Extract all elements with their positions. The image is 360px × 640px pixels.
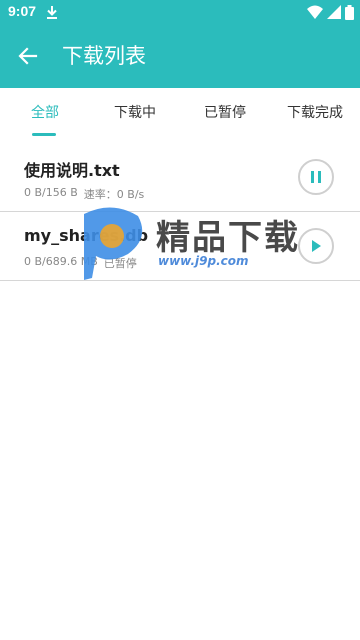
tab-completed[interactable]: 下载完成: [270, 88, 360, 136]
back-button[interactable]: [14, 42, 42, 70]
status-time: 9:07: [8, 3, 37, 19]
file-status: 已暂停: [103, 257, 137, 270]
file-status: 速率：0 B/s: [83, 188, 145, 201]
file-size: 0 B/156 B: [24, 186, 78, 199]
file-meta: 0 B/156 B 速率：0 B/s: [24, 186, 144, 202]
list-item[interactable]: 使用说明.txt 0 B/156 B 速率：0 B/s: [0, 143, 360, 212]
pause-button[interactable]: [298, 159, 334, 195]
arrow-left-icon: [18, 47, 38, 65]
page-title: 下载列表: [62, 44, 146, 68]
wifi-icon: [307, 5, 323, 19]
file-meta: 0 B/689.6 MB 已暂停: [24, 255, 137, 271]
pause-icon: [311, 171, 321, 183]
app-bar: 下载列表: [0, 24, 360, 88]
status-bar: 9:07: [0, 0, 360, 24]
file-size: 0 B/689.6 MB: [24, 255, 98, 268]
tab-all[interactable]: 全部: [0, 88, 90, 136]
list-item[interactable]: my_shares.db 0 B/689.6 MB 已暂停: [0, 212, 360, 281]
play-icon: [312, 240, 321, 252]
status-icons: [307, 4, 354, 20]
file-name: my_shares.db: [24, 226, 149, 245]
tab-bar: 全部 下载中 已暂停 下载完成: [0, 88, 360, 136]
play-button[interactable]: [298, 228, 334, 264]
tab-downloading[interactable]: 下载中: [90, 88, 180, 136]
tab-indicator: [32, 133, 56, 136]
download-list: 使用说明.txt 0 B/156 B 速率：0 B/s my_shares.db…: [0, 143, 360, 281]
battery-icon: [345, 4, 354, 20]
download-icon: [47, 6, 57, 19]
file-name: 使用说明.txt: [24, 161, 120, 180]
signal-icon: [327, 5, 341, 19]
tab-paused[interactable]: 已暂停: [180, 88, 270, 136]
